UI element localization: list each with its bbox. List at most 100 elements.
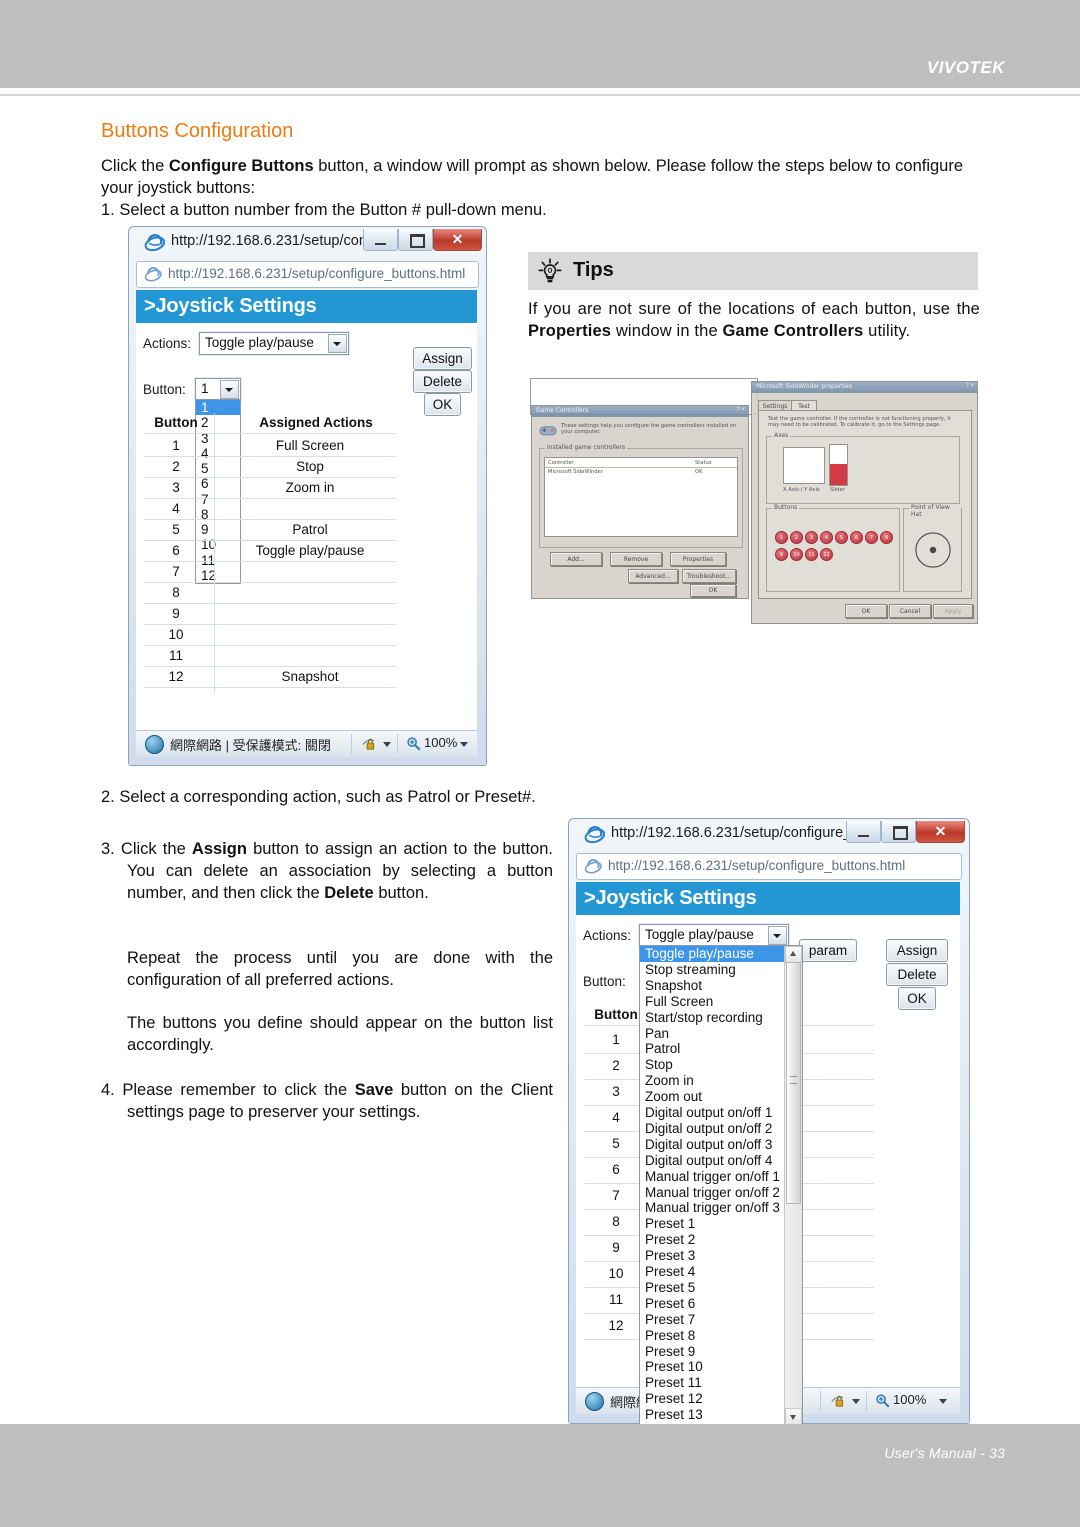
zoom-caret[interactable] — [460, 742, 468, 747]
row-controller-name[interactable]: Microsoft SideWinder — [548, 469, 603, 475]
action-option-zoom-in[interactable]: Zoom in — [640, 1073, 788, 1089]
close-button[interactable]: ✕ — [433, 229, 482, 251]
action-option-preset-13[interactable]: Preset 13 — [640, 1407, 788, 1423]
assign-button[interactable]: Assign — [413, 347, 472, 370]
action-option-preset-3[interactable]: Preset 3 — [640, 1248, 788, 1264]
action-option-pan[interactable]: Pan — [640, 1026, 788, 1042]
delete-button[interactable]: Delete — [886, 963, 948, 986]
zoom-caret[interactable] — [939, 1399, 947, 1404]
action-option-toggle-play-pause[interactable]: Toggle play/pause — [640, 946, 788, 962]
actions-select-value: Toggle play/pause — [205, 335, 314, 350]
table-row-number: 10 — [168, 627, 184, 642]
chevron-down-icon[interactable] — [768, 926, 787, 945]
action-option-preset-8[interactable]: Preset 8 — [640, 1328, 788, 1344]
table-row-number: 1 — [172, 438, 180, 453]
action-option-digital-output-on-off-2[interactable]: Digital output on/off 2 — [640, 1121, 788, 1137]
action-option-manual-trigger-on-off-3[interactable]: Manual trigger on/off 3 — [640, 1200, 788, 1216]
delete-button[interactable]: Delete — [413, 370, 472, 393]
button-select[interactable]: 1 — [195, 378, 241, 401]
actions-select[interactable]: Toggle play/pause — [199, 332, 349, 355]
window1-titlebar[interactable]: http://192.168.6.231/setup/configure_b..… — [129, 227, 486, 257]
chevron-down-icon[interactable] — [220, 380, 239, 399]
properties-cancel-button[interactable]: Cancel — [889, 604, 931, 618]
maximize-button[interactable] — [398, 229, 433, 251]
buttons-group: Buttons 1 2 3 4 5 6 7 8 9 10 11 12 — [766, 504, 900, 592]
intro-bold: Configure Buttons — [168, 157, 314, 175]
protected-mode-caret[interactable] — [383, 742, 391, 747]
browser-window-2[interactable]: http://192.168.6.231/setup/configure_b..… — [568, 818, 970, 1426]
actions-select-value: Toggle play/pause — [645, 927, 754, 942]
protected-mode-icon — [362, 738, 375, 750]
zoom-level: 100% — [893, 1392, 927, 1407]
action-option-preset-9[interactable]: Preset 9 — [640, 1344, 788, 1360]
action-option-preset-5[interactable]: Preset 5 — [640, 1280, 788, 1296]
window1-controls[interactable]: ✕ — [363, 229, 482, 251]
action-option-zoom-out[interactable]: Zoom out — [640, 1089, 788, 1105]
action-option-manual-trigger-on-off-2[interactable]: Manual trigger on/off 2 — [640, 1185, 788, 1201]
action-option-snapshot[interactable]: Snapshot — [640, 978, 788, 994]
assign-button[interactable]: Assign — [886, 939, 948, 962]
game-controllers-dialog[interactable]: Game Controllers ? × These settings help… — [531, 405, 749, 599]
xy-axis-box — [783, 447, 825, 484]
param-button[interactable]: param — [799, 939, 857, 962]
close-button[interactable]: ✕ — [916, 821, 965, 843]
page-title: Buttons Configuration — [101, 120, 294, 142]
minimize-button[interactable] — [363, 229, 398, 251]
table-header-button: Button — [594, 1007, 638, 1022]
minimize-button[interactable] — [846, 821, 881, 843]
action-option-preset-2[interactable]: Preset 2 — [640, 1232, 788, 1248]
scroll-thumb-grip — [790, 1076, 797, 1084]
properties-tabs[interactable]: Settings Test — [758, 400, 968, 411]
advanced-button[interactable]: Advanced... — [628, 569, 678, 583]
action-option-preset-4[interactable]: Preset 4 — [640, 1264, 788, 1280]
game-controllers-ok-button[interactable]: OK — [690, 584, 736, 597]
close-icon[interactable]: ? × — [736, 407, 745, 413]
add-controller-button[interactable]: Add... — [550, 552, 602, 566]
action-option-digital-output-on-off-3[interactable]: Digital output on/off 3 — [640, 1137, 788, 1153]
window2-address-bar[interactable]: http://192.168.6.231/setup/configure_but… — [576, 853, 962, 880]
joystick-button-12: 12 — [820, 548, 833, 561]
dropdown-scrollbar[interactable] — [784, 946, 802, 1425]
troubleshoot-button[interactable]: Troubleshoot... — [682, 569, 736, 583]
action-option-preset-6[interactable]: Preset 6 — [640, 1296, 788, 1312]
chevron-down-icon[interactable] — [328, 334, 347, 353]
action-option-start-stop-recording[interactable]: Start/stop recording — [640, 1010, 788, 1026]
window1-address-bar[interactable]: http://192.168.6.231/setup/configure_but… — [136, 261, 479, 288]
actions-select[interactable]: Toggle play/pause — [639, 924, 789, 947]
window2-titlebar[interactable]: http://192.168.6.231/setup/configure_b..… — [569, 819, 969, 849]
buttons-group-label: Buttons — [772, 504, 800, 511]
properties-titlebar: Microsoft SideWinder properties ? × — [752, 382, 977, 393]
action-option-preset-1[interactable]: Preset 1 — [640, 1216, 788, 1232]
footer-text: User's Manual - 33 — [884, 1445, 1005, 1461]
action-option-patrol[interactable]: Patrol — [640, 1041, 788, 1057]
action-option-stop-streaming[interactable]: Stop streaming — [640, 962, 788, 978]
table-row-divider — [144, 582, 396, 583]
table-row-number: 8 — [612, 1214, 620, 1229]
maximize-button[interactable] — [881, 821, 916, 843]
controllers-listbox[interactable]: Controller Status Microsoft SideWinder O… — [544, 457, 738, 537]
internet-explorer-icon — [144, 266, 162, 282]
action-option-preset-12[interactable]: Preset 12 — [640, 1391, 788, 1407]
remove-controller-button[interactable]: Remove — [610, 552, 662, 566]
action-option-manual-trigger-on-off-1[interactable]: Manual trigger on/off 1 — [640, 1169, 788, 1185]
internet-explorer-icon — [144, 234, 165, 252]
action-option-preset-11[interactable]: Preset 11 — [640, 1375, 788, 1391]
table-row-divider — [144, 687, 396, 688]
properties-ok-button[interactable]: OK — [845, 604, 887, 618]
actions-dropdown[interactable]: Toggle play/pause Stop streaming Snapshot F… — [639, 945, 803, 1426]
browser-window-1[interactable]: http://192.168.6.231/setup/configure_b..… — [128, 226, 487, 766]
tips-text: If you are not sure of the locations of … — [528, 298, 980, 342]
protected-mode-caret[interactable] — [852, 1399, 860, 1404]
controller-properties-dialog[interactable]: Microsoft SideWinder properties ? × Sett… — [751, 381, 978, 624]
action-option-digital-output-on-off-1[interactable]: Digital output on/off 1 — [640, 1105, 788, 1121]
table-row-number: 11 — [608, 1292, 623, 1307]
action-option-stop[interactable]: Stop — [640, 1057, 788, 1073]
window2-controls[interactable]: ✕ — [846, 821, 965, 843]
action-option-preset-7[interactable]: Preset 7 — [640, 1312, 788, 1328]
close-icon[interactable]: ? × — [965, 383, 974, 389]
controller-properties-button[interactable]: Properties — [670, 552, 726, 566]
action-option-preset-10[interactable]: Preset 10 — [640, 1359, 788, 1375]
action-option-digital-output-on-off-4[interactable]: Digital output on/off 4 — [640, 1153, 788, 1169]
action-option-full-screen[interactable]: Full Screen — [640, 994, 788, 1010]
step-4: 4. Please remember to click the Save but… — [101, 1079, 553, 1123]
